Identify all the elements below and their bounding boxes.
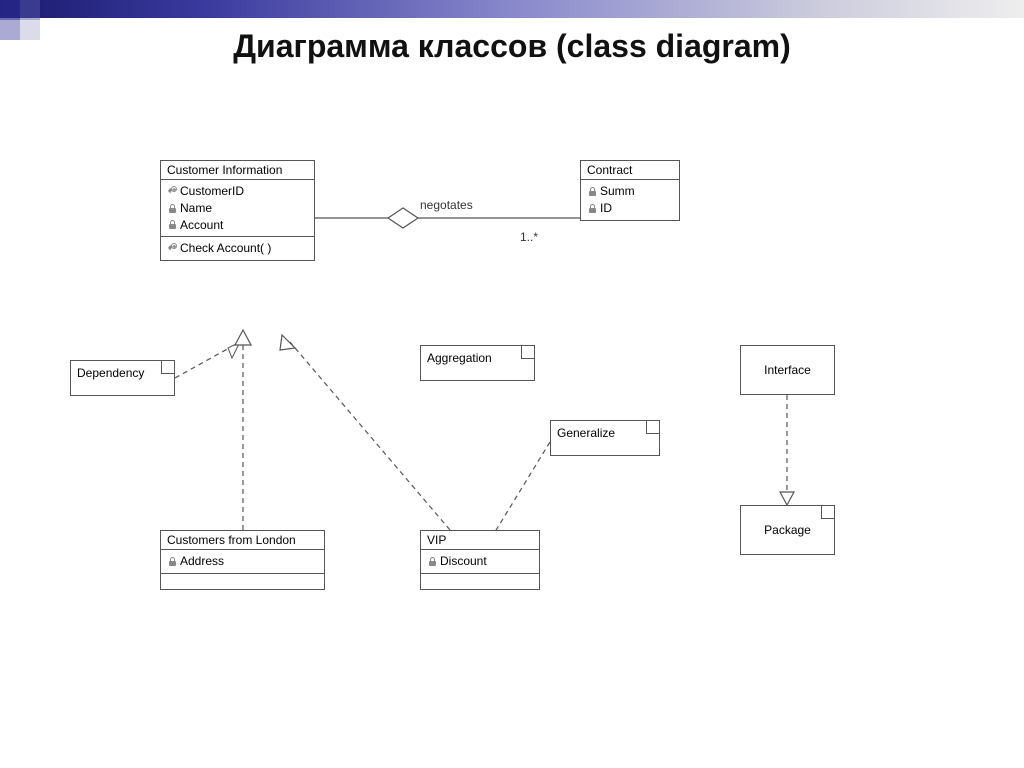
interface-box-header: Interface bbox=[741, 361, 834, 379]
negotates-label: negotates bbox=[420, 198, 473, 212]
london-box-empty-section bbox=[161, 573, 324, 589]
customer-method-checkaccount: Check Account( ) bbox=[167, 240, 308, 257]
customer-attr-account-label: Account bbox=[180, 217, 223, 234]
vip-box-empty-section bbox=[421, 573, 539, 589]
customer-attr-id: CustomerID bbox=[167, 183, 308, 200]
package-box-header: Package bbox=[764, 523, 811, 537]
lock-icon-address bbox=[167, 556, 178, 567]
london-attr-address-label: Address bbox=[180, 553, 224, 570]
aggregation-note: Aggregation bbox=[420, 345, 535, 381]
key-icon-checkaccount bbox=[167, 243, 178, 254]
contract-attr-id-label: ID bbox=[600, 200, 612, 217]
multiplicity-label: 1..* bbox=[520, 230, 538, 244]
package-box: Package bbox=[740, 505, 835, 555]
london-attr-address: Address bbox=[167, 553, 318, 570]
dependency-note: Dependency bbox=[70, 360, 175, 396]
contract-attr-id: ID bbox=[587, 200, 673, 217]
page-title: Диаграмма классов (class diagram) bbox=[0, 28, 1024, 65]
customer-method-checkaccount-label: Check Account( ) bbox=[180, 240, 271, 257]
lock-icon-discount bbox=[427, 556, 438, 567]
lock-icon-account bbox=[167, 219, 178, 230]
generalize-note: Generalize bbox=[550, 420, 660, 456]
top-bar bbox=[0, 0, 1024, 18]
london-box: Customers from London Address bbox=[160, 530, 325, 590]
customer-attr-id-label: CustomerID bbox=[180, 183, 244, 200]
vip-box-header: VIP bbox=[421, 531, 539, 550]
dependency-note-label: Dependency bbox=[77, 366, 144, 380]
customer-information-box: Customer Information CustomerID Name Acc… bbox=[160, 160, 315, 261]
vip-box-attributes: Discount bbox=[421, 550, 539, 573]
diagram-area: Customer Information CustomerID Name Acc… bbox=[60, 90, 1004, 738]
vip-attr-discount: Discount bbox=[427, 553, 533, 570]
vip-attr-discount-label: Discount bbox=[440, 553, 487, 570]
contract-attr-summ-label: Summ bbox=[600, 183, 635, 200]
customer-attr-name-label: Name bbox=[180, 200, 212, 217]
contract-box: Contract Summ ID bbox=[580, 160, 680, 221]
london-box-attributes: Address bbox=[161, 550, 324, 573]
aggregation-note-label: Aggregation bbox=[427, 351, 492, 365]
contract-box-header: Contract bbox=[581, 161, 679, 180]
lock-icon-summ bbox=[587, 186, 598, 197]
contract-box-attributes: Summ ID bbox=[581, 180, 679, 220]
key-icon-customerid bbox=[167, 186, 178, 197]
lock-icon-name bbox=[167, 203, 178, 214]
lock-icon-id bbox=[587, 203, 598, 214]
customer-attr-name: Name bbox=[167, 200, 308, 217]
interface-box: Interface bbox=[740, 345, 835, 395]
generalize-note-label: Generalize bbox=[557, 426, 615, 440]
customer-box-attributes: CustomerID Name Account bbox=[161, 180, 314, 236]
customer-box-header: Customer Information bbox=[161, 161, 314, 180]
customer-attr-account: Account bbox=[167, 217, 308, 234]
contract-attr-summ: Summ bbox=[587, 183, 673, 200]
london-box-header: Customers from London bbox=[161, 531, 324, 550]
vip-box: VIP Discount bbox=[420, 530, 540, 590]
customer-box-methods: Check Account( ) bbox=[161, 236, 314, 260]
